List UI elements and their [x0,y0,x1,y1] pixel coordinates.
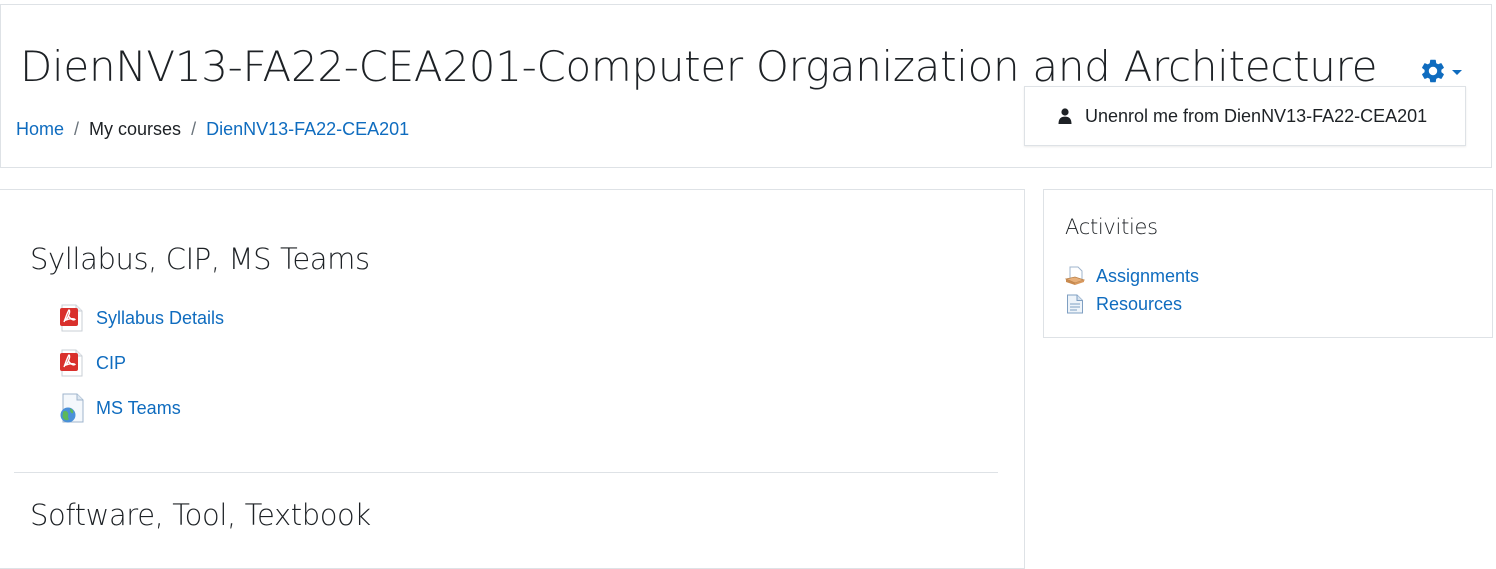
activity-link[interactable]: Syllabus Details [96,306,224,330]
activity-ms-teams[interactable]: MS Teams [58,393,181,423]
course-settings-menu-toggle[interactable] [1419,57,1462,85]
breadcrumb-separator: / [74,119,80,139]
activity-syllabus-details[interactable]: Syllabus Details [58,303,224,333]
unenrol-menu-item-label: Unenrol me from DienNV13-FA22-CEA201 [1085,105,1428,126]
breadcrumb-my-courses: My courses [89,119,182,139]
breadcrumb-separator: / [191,119,197,139]
user-icon [1058,108,1072,124]
pdf-icon [58,303,86,333]
breadcrumb-course-link[interactable]: DienNV13-FA22-CEA201 [206,116,409,142]
breadcrumb: Home / My courses / DienNV13-FA22-CEA201 [16,116,409,142]
block-item-assignments[interactable]: Assignments [1065,264,1199,288]
gear-icon [1419,57,1447,85]
course-content: Syllabus, CIP, MS Teams Syllabus Details… [0,189,1025,569]
block-title: Activities [1065,215,1158,239]
section-title: Syllabus, CIP, MS Teams [30,242,370,276]
activity-link[interactable]: MS Teams [96,396,181,420]
resource-icon [1065,294,1085,314]
block-item-resources[interactable]: Resources [1065,292,1182,316]
breadcrumb-home-link[interactable]: Home [16,116,64,142]
activity-cip[interactable]: CIP [58,348,126,378]
block-item-link[interactable]: Assignments [1096,264,1199,288]
section-title: Software, Tool, Textbook [30,498,371,532]
url-globe-icon [58,393,86,423]
chevron-down-icon [1452,69,1462,75]
course-settings-dropdown: Unenrol me from DienNV13-FA22-CEA201 [1024,86,1466,146]
section-divider [14,472,998,473]
activities-block: Activities Assignments Resources [1043,189,1493,338]
unenrol-menu-item[interactable]: Unenrol me from DienNV13-FA22-CEA201 [1025,87,1465,145]
activity-link[interactable]: CIP [96,351,126,375]
pdf-icon [58,348,86,378]
block-item-link[interactable]: Resources [1096,292,1182,316]
assignment-icon [1065,266,1085,286]
